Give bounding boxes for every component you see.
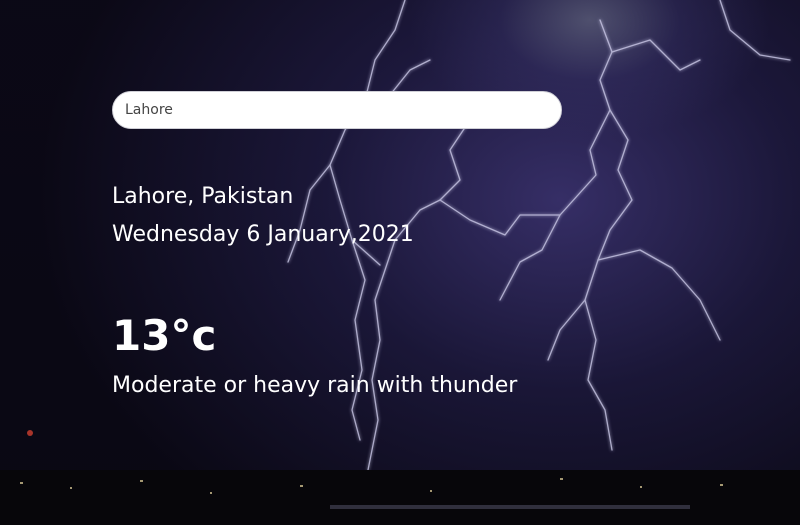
- weather-condition: Moderate or heavy rain with thunder: [112, 373, 518, 398]
- lightning-icon: [0, 0, 800, 525]
- search-bar: [112, 91, 562, 129]
- temperature: 13°c: [112, 311, 217, 360]
- background-storm-image: [0, 0, 800, 525]
- location-name: Lahore, Pakistan: [112, 184, 294, 209]
- current-date: Wednesday 6 January,2021: [112, 222, 414, 247]
- search-input[interactable]: [112, 91, 562, 129]
